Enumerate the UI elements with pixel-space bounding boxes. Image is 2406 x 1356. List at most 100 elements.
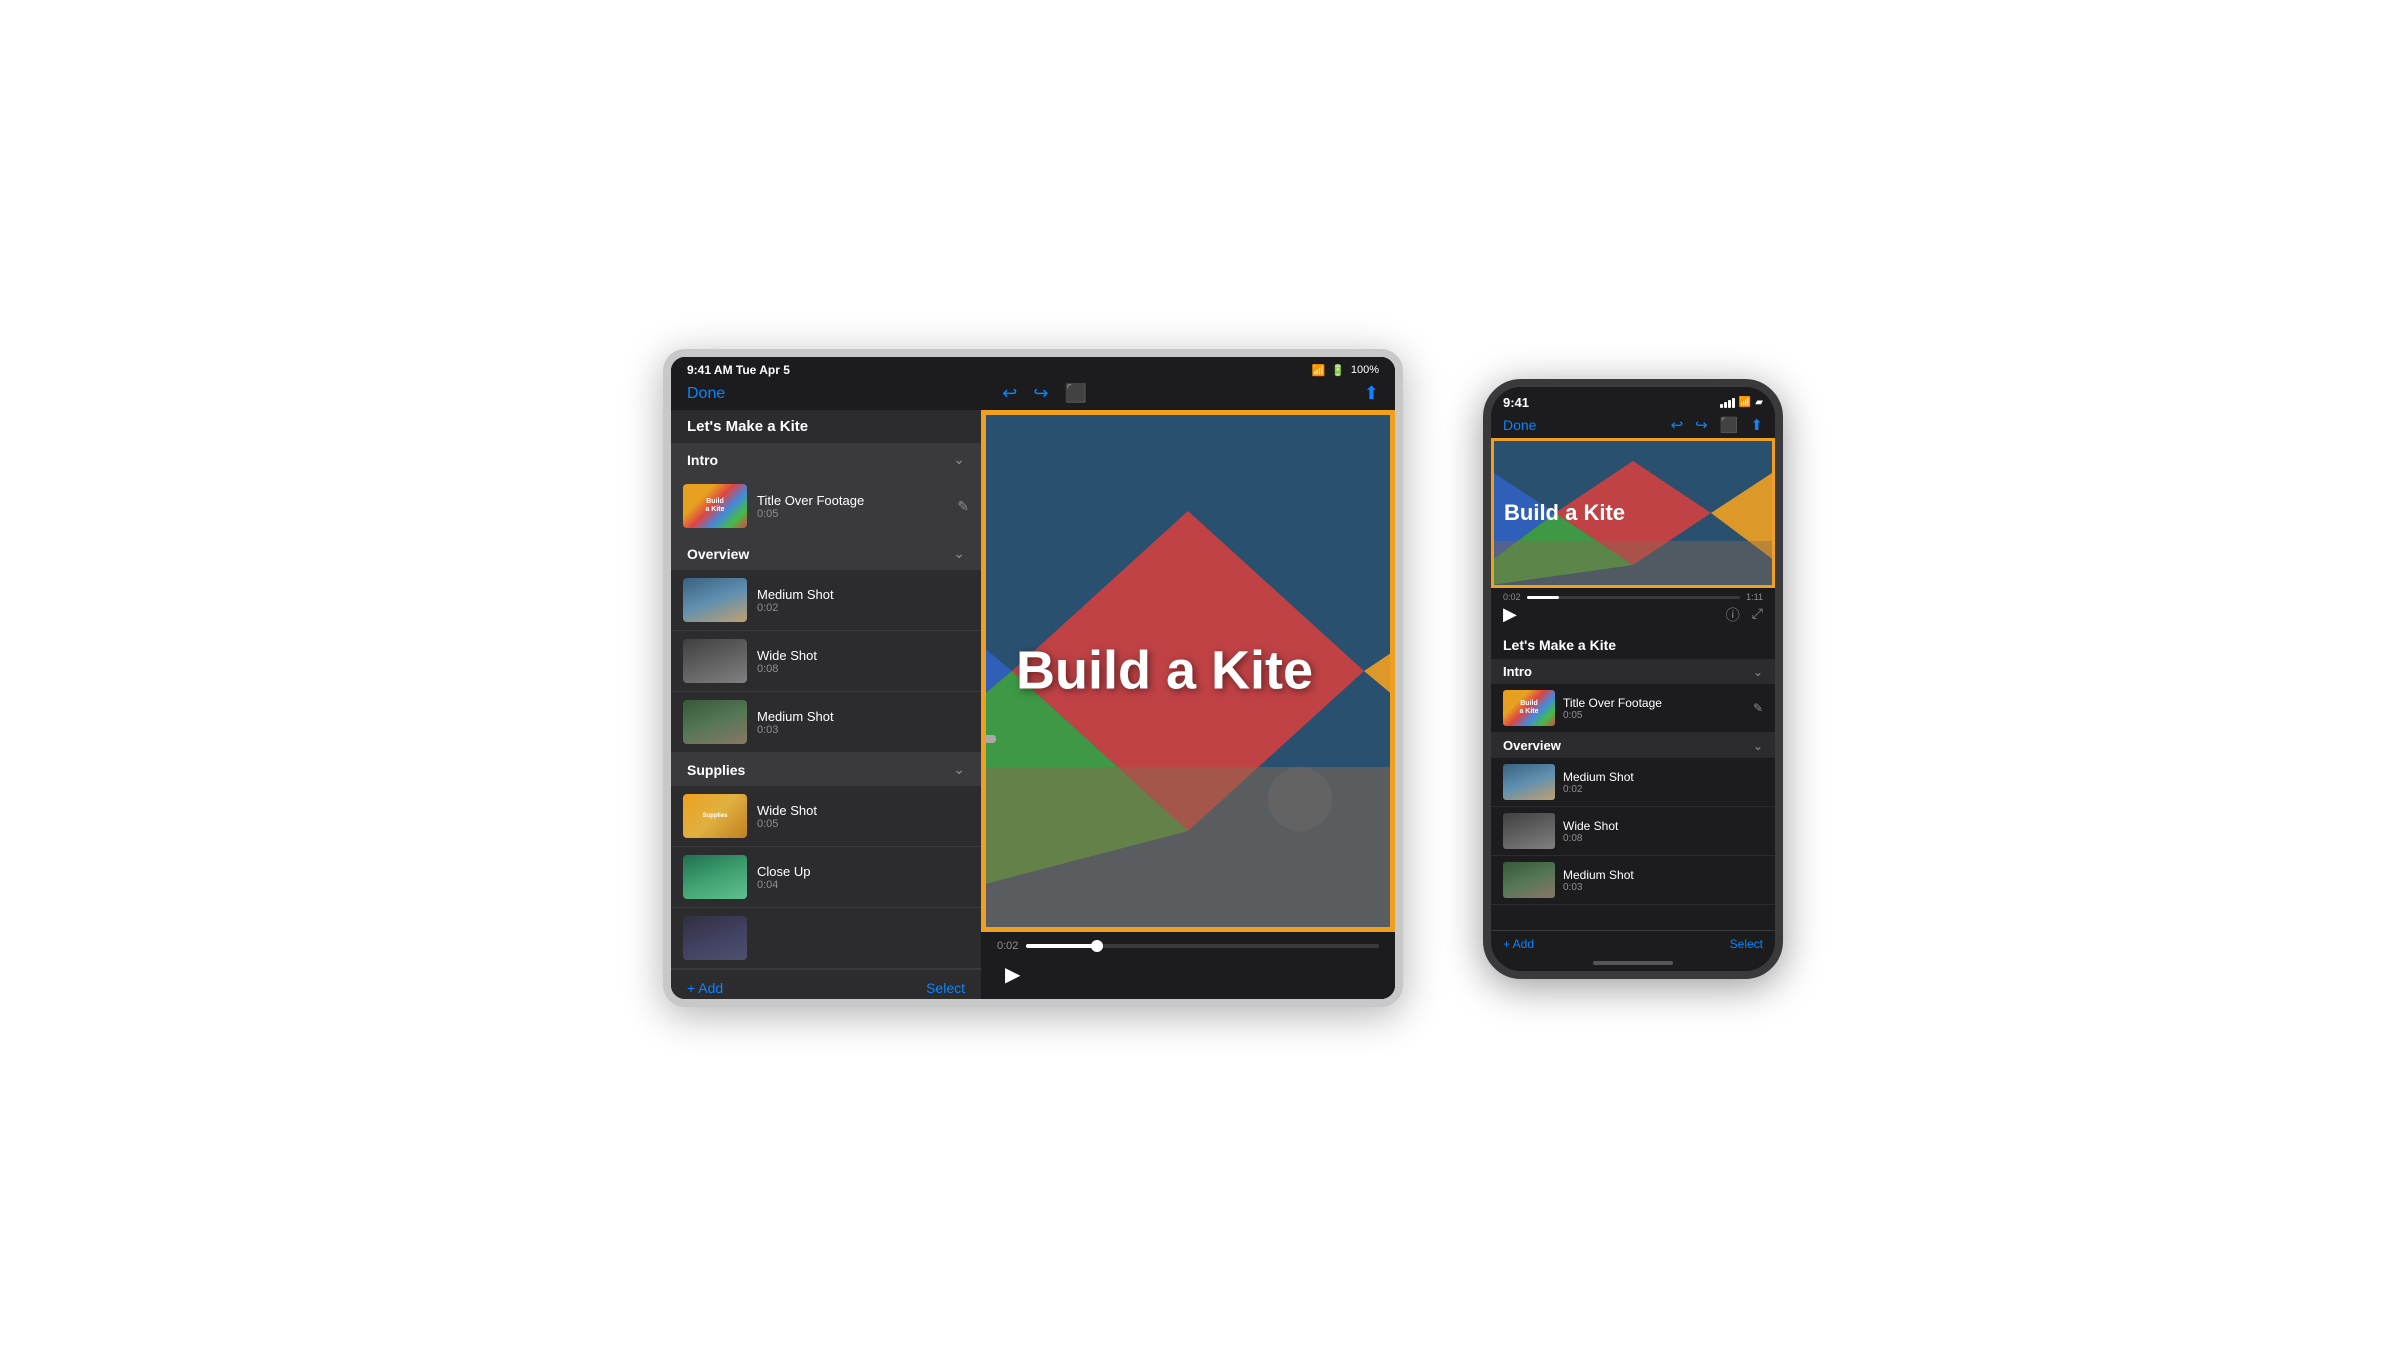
iphone-section-overview-title: Overview xyxy=(1503,738,1561,753)
ipad-section-intro[interactable]: Intro ⌄ xyxy=(671,443,981,476)
iphone-clip-duration-ov2: 0:08 xyxy=(1563,833,1763,844)
iphone-clip-overview-3[interactable]: Medium Shot 0:03 xyxy=(1491,856,1775,905)
ipad-clip-info-1: Title Over Footage 0:05 xyxy=(757,493,947,520)
iphone-clip-name-intro: Title Over Footage xyxy=(1563,696,1745,710)
ipad-section-overview[interactable]: Overview ⌄ xyxy=(671,537,981,570)
ipad-video-content: Build a Kite xyxy=(986,415,1390,927)
iphone-clip-duration-intro: 0:05 xyxy=(1563,710,1745,721)
ipad-video-title: Build a Kite xyxy=(1016,643,1313,700)
iphone-select-button[interactable]: Select xyxy=(1730,937,1763,951)
ipad-thumb-wide-1 xyxy=(683,639,747,683)
iphone-controls-right: ⓘ ⤢ xyxy=(1726,605,1763,625)
ipad-section-overview-title: Overview xyxy=(687,546,749,562)
ipad-clip-title-over-footage[interactable]: Builda Kite Title Over Footage 0:05 ✎ xyxy=(671,476,981,537)
ipad-clip-supplies-1[interactable]: Supplies Wide Shot 0:05 xyxy=(671,786,981,847)
iphone-status-right: 📶 ▰ xyxy=(1720,397,1763,408)
iphone-video-frame: Build a Kite xyxy=(1491,438,1775,588)
ipad-thumb-partial xyxy=(683,916,747,960)
ipad-overview-chevron: ⌄ xyxy=(953,545,965,562)
iphone-project-title: Let's Make a Kite xyxy=(1491,631,1775,659)
iphone-progress-bar[interactable] xyxy=(1527,596,1741,599)
ipad-clip-edit-icon-1[interactable]: ✎ xyxy=(957,498,969,515)
ipad-clip-duration-ov1: 0:02 xyxy=(757,602,969,614)
iphone-section-intro[interactable]: Intro ⌄ xyxy=(1491,659,1775,684)
iphone-progress-start: 0:02 xyxy=(1503,592,1521,602)
ipad-play-button[interactable]: ▶ xyxy=(997,958,1028,991)
ipad-section-supplies-title: Supplies xyxy=(687,762,745,778)
ipad-clip-duration-ov2: 0:08 xyxy=(757,663,969,675)
iphone-clip-overview-2[interactable]: Wide Shot 0:08 xyxy=(1491,807,1775,856)
ipad-section-supplies[interactable]: Supplies ⌄ xyxy=(671,753,981,786)
iphone-clip-duration-ov3: 0:03 xyxy=(1563,882,1763,893)
ipad-clip-duration-1: 0:05 xyxy=(757,508,947,520)
ipad-toolbar: Done ↩ ↪ ⬛ ⬆ xyxy=(671,379,1395,410)
iphone-clip-info-ov2: Wide Shot 0:08 xyxy=(1563,819,1763,844)
iphone-play-button[interactable]: ▶ xyxy=(1503,604,1517,625)
ipad-share-button[interactable]: ⬆ xyxy=(1364,383,1379,404)
ipad-time: 9:41 AM Tue Apr 5 xyxy=(687,363,790,377)
ipad-clip-info-ov3: Medium Shot 0:03 xyxy=(757,709,969,736)
ipad-preview-area: Build a Kite 0:02 xyxy=(981,410,1395,999)
ipad-clip-supplies-2[interactable]: Close Up 0:04 xyxy=(671,847,981,908)
iphone-clip-thumb-ov3 xyxy=(1503,862,1555,898)
ipad-clip-info-ov2: Wide Shot 0:08 xyxy=(757,648,969,675)
iphone-toolbar: Done ↩ ↪ ⬛ ⬆ xyxy=(1491,414,1775,438)
iphone-done-button[interactable]: Done xyxy=(1503,417,1536,433)
ipad-clip-name-ov3: Medium Shot xyxy=(757,709,969,724)
scene: 9:41 AM Tue Apr 5 📶 🔋 100% Done ↩ ↪ ⬛ ⬆ xyxy=(603,339,1803,1017)
ipad-body: Let's Make a Kite Intro ⌄ Builda Kite xyxy=(671,410,1395,999)
ipad-done-button[interactable]: Done xyxy=(687,385,725,403)
signal-bar-4 xyxy=(1732,398,1735,408)
ipad-device: 9:41 AM Tue Apr 5 📶 🔋 100% Done ↩ ↪ ⬛ ⬆ xyxy=(663,349,1403,1007)
ipad-status-bar: 9:41 AM Tue Apr 5 📶 🔋 100% xyxy=(671,357,1395,379)
iphone-progress-fill xyxy=(1527,596,1559,599)
ipad-progress-bar[interactable] xyxy=(1026,944,1379,948)
iphone-clip-thumb-ov1 xyxy=(1503,764,1555,800)
iphone-clip-intro-1[interactable]: Builda Kite Title Over Footage 0:05 ✎ xyxy=(1491,684,1775,733)
battery-percent: 100% xyxy=(1351,364,1379,376)
iphone-bottom-bar: + Add Select xyxy=(1491,930,1775,955)
iphone-clip-overview-1[interactable]: Medium Shot 0:02 xyxy=(1491,758,1775,807)
ipad-select-button[interactable]: Select xyxy=(926,980,965,996)
ipad-sidebar-bottom: + Add Select xyxy=(671,969,981,999)
iphone-clip-icon[interactable]: ⬛ xyxy=(1720,416,1739,434)
ipad-clip-overview-2[interactable]: Wide Shot 0:08 xyxy=(671,631,981,692)
ipad-clip-duration-sup2: 0:04 xyxy=(757,879,969,891)
ipad-playback-controls: 0:02 ▶ xyxy=(981,932,1395,999)
iphone-clip-info-intro: Title Over Footage 0:05 xyxy=(1563,696,1745,721)
ipad-add-button[interactable]: + Add xyxy=(687,980,723,996)
ipad-progress-fill xyxy=(1026,944,1097,948)
ipad-clip-info-sup2: Close Up 0:04 xyxy=(757,864,969,891)
iphone-share-icon[interactable]: ⬆ xyxy=(1750,416,1763,434)
ipad-clip-duration-ov3: 0:03 xyxy=(757,724,969,736)
ipad-sidebar: Let's Make a Kite Intro ⌄ Builda Kite xyxy=(671,410,981,999)
signal-bar-1 xyxy=(1720,404,1723,408)
ipad-toolbar-actions: ↩ ↪ ⬛ xyxy=(1002,383,1087,404)
ipad-play-controls: ▶ xyxy=(997,958,1379,991)
iphone-undo-icon[interactable]: ↩ xyxy=(1671,416,1684,434)
iphone-info-icon[interactable]: ⓘ xyxy=(1726,605,1740,625)
ipad-clip-name-sup1: Wide Shot xyxy=(757,803,969,818)
iphone-edit-icon-intro[interactable]: ✎ xyxy=(1753,701,1763,715)
iphone-intro-chevron: ⌄ xyxy=(1753,665,1763,679)
iphone-fullscreen-icon[interactable]: ⤢ xyxy=(1752,605,1763,625)
iphone-clip-thumb-ov2 xyxy=(1503,813,1555,849)
iphone-redo-icon[interactable]: ↪ xyxy=(1695,416,1708,434)
ipad-clip-name-ov1: Medium Shot xyxy=(757,587,969,602)
ipad-clip-duration-sup1: 0:05 xyxy=(757,818,969,830)
iphone-clip-info-ov1: Medium Shot 0:02 xyxy=(1563,770,1763,795)
ipad-clip-overview-3[interactable]: Medium Shot 0:03 xyxy=(671,692,981,753)
ipad-thumb-medium-1 xyxy=(683,578,747,622)
redo-icon[interactable]: ↪ xyxy=(1033,383,1048,404)
ipad-clip-overview-1[interactable]: Medium Shot 0:02 xyxy=(671,570,981,631)
iphone-progress-row: 0:02 1:11 xyxy=(1503,592,1763,602)
ipad-project-title: Let's Make a Kite xyxy=(671,410,981,443)
undo-icon[interactable]: ↩ xyxy=(1002,383,1017,404)
ipad-clip-supplies-3[interactable] xyxy=(671,908,981,969)
clip-icon[interactable]: ⬛ xyxy=(1064,383,1086,404)
iphone-add-button[interactable]: + Add xyxy=(1503,937,1534,951)
home-bar xyxy=(1593,961,1673,965)
iphone-time: 9:41 xyxy=(1503,395,1529,410)
iphone-section-overview[interactable]: Overview ⌄ xyxy=(1491,733,1775,758)
iphone-device: 9:41 📶 ▰ Done ↩ ↪ ⬛ ⬆ xyxy=(1483,379,1783,979)
